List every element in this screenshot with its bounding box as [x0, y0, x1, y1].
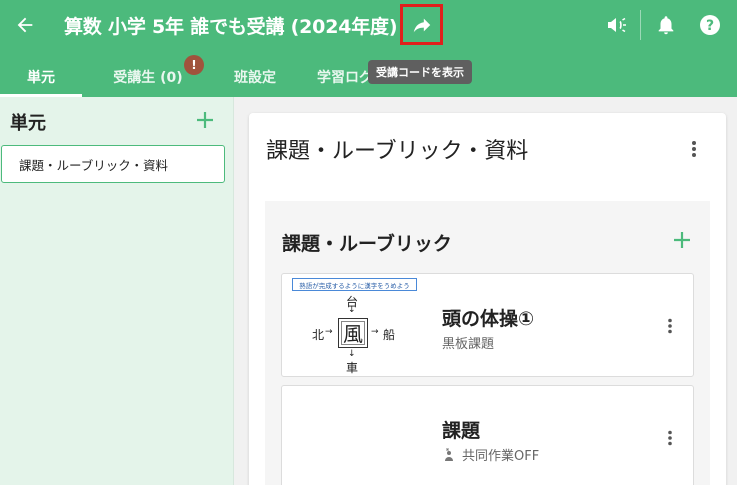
arrow-down-bottom: ↓	[348, 349, 356, 359]
thumbnail-banner: 熟語が完成するように漢字をうめよう	[292, 278, 417, 291]
kanji-right: 船	[383, 328, 396, 342]
more-vert-icon	[692, 141, 696, 157]
arrow-right-left: →	[325, 327, 333, 337]
share-button[interactable]	[400, 4, 443, 45]
share-tooltip: 受講コードを表示	[368, 60, 472, 84]
item-subtitle: 黒板課題	[442, 333, 494, 352]
app-header: 算数 小学 5年 誰でも受講 (2024年度) ? 単元 受講生 (0) 班設定…	[0, 0, 737, 97]
assignments-section: 課題・ルーブリック 熟語が完成するように漢字をうめよう 台 ↓ 北 → 風 → …	[265, 201, 710, 485]
list-item[interactable]: 課題 共同作業OFF	[281, 385, 694, 485]
more-vert-icon	[668, 430, 672, 446]
svg-text:?: ?	[706, 18, 714, 34]
tab-students[interactable]: 受講生 (0)	[100, 56, 196, 97]
item-subtitle: 共同作業OFF	[442, 445, 539, 464]
item-title: 頭の体操①	[442, 308, 535, 330]
item-thumbnail: 熟語が完成するように漢字をうめよう 台 ↓ 北 → 風 → 船 ↓ 車	[290, 278, 420, 375]
main-panel: 課題・ルーブリック・資料 課題・ルーブリック 熟語が完成するように漢字をうめよう…	[249, 113, 726, 485]
plus-icon	[197, 112, 213, 128]
sidebar-item-assignments[interactable]: 課題・ルーブリック・資料	[1, 145, 225, 183]
notifications-button[interactable]	[652, 10, 680, 40]
arrow-down-top: ↓	[348, 305, 356, 315]
kanji-bottom: 車	[346, 361, 359, 375]
share-icon	[413, 18, 430, 32]
announcement-button[interactable]	[600, 10, 634, 40]
item-subtitle-label: 共同作業OFF	[462, 449, 540, 464]
page-menu-button[interactable]	[682, 137, 706, 161]
list-item[interactable]: 熟語が完成するように漢字をうめよう 台 ↓ 北 → 風 → 船 ↓ 車 頭の体操…	[281, 273, 694, 377]
units-sidebar: 単元 課題・ルーブリック・資料	[0, 97, 234, 485]
alert-badge: !	[184, 55, 204, 75]
item-title: 課題	[442, 420, 481, 442]
page-title: 課題・ルーブリック・資料	[266, 139, 529, 164]
kanji-left: 北	[312, 328, 325, 342]
add-unit-button[interactable]	[194, 109, 216, 131]
plus-icon	[674, 232, 690, 248]
more-vert-icon	[668, 318, 672, 334]
item-menu-button[interactable]	[658, 426, 682, 450]
kanji-center: 風	[343, 321, 363, 346]
arrow-left-icon	[17, 17, 33, 33]
collaboration-off-icon	[445, 447, 453, 461]
help-button[interactable]: ?	[696, 10, 724, 40]
back-button[interactable]	[10, 10, 40, 40]
megaphone-icon	[608, 17, 626, 33]
course-title: 算数 小学 5年 誰でも受講 (2024年度)	[64, 16, 398, 38]
help-icon: ?	[700, 15, 720, 35]
add-assignment-button[interactable]	[671, 229, 693, 251]
item-subtitle-label: 黒板課題	[442, 337, 495, 352]
item-menu-button[interactable]	[658, 314, 682, 338]
arrow-right-right: →	[371, 327, 379, 337]
sidebar-title: 単元	[10, 113, 46, 134]
bell-icon	[658, 16, 674, 35]
tab-groups[interactable]: 班設定	[220, 56, 290, 97]
section-title: 課題・ルーブリック	[282, 233, 452, 255]
header-divider	[640, 10, 641, 40]
tab-units[interactable]: 単元	[0, 56, 82, 97]
